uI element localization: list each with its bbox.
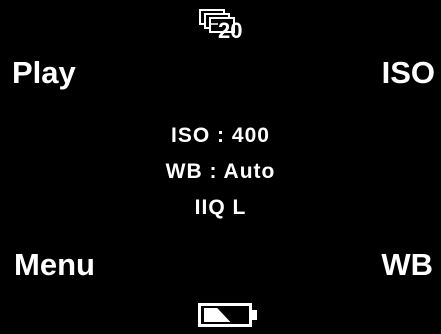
play-softkey[interactable]: Play [12,57,76,88]
iso-softkey[interactable]: ISO [382,57,435,88]
menu-softkey[interactable]: Menu [14,249,95,280]
white-balance-status: WB : Auto [165,160,276,183]
frames-remaining-count: 20 [218,18,243,43]
camera-display: 20 Play ISO Menu WB ISO : 400 WB : Auto … [0,0,441,330]
battery-icon [196,301,260,329]
image-quality-status: IIQ L [194,196,247,219]
iso-status: ISO : 400 [171,124,270,147]
wb-softkey[interactable]: WB [381,249,433,280]
